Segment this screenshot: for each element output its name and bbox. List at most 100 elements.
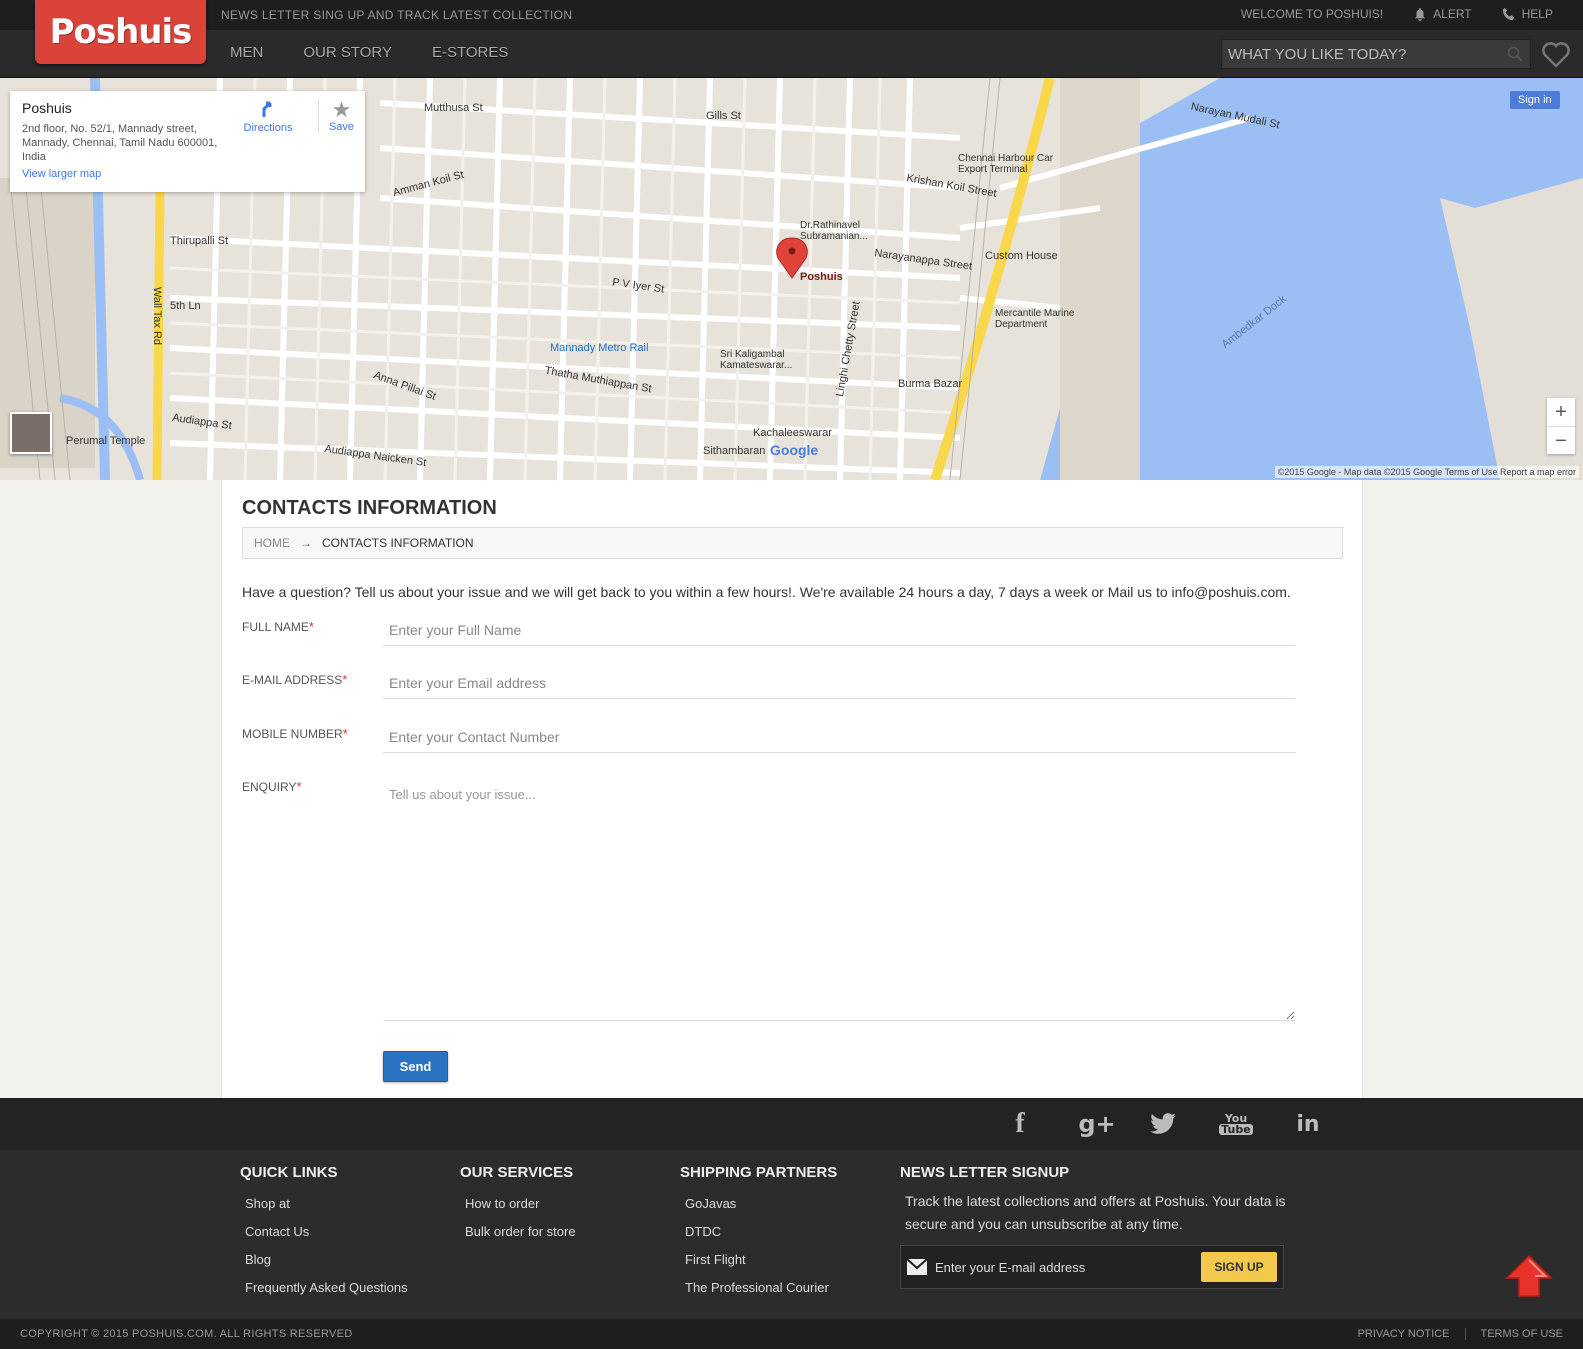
newsletter-form: SIGN UP: [900, 1245, 1284, 1289]
save-button[interactable]: ★ Save: [318, 99, 358, 133]
enquiry-label-text: ENQUIRY: [242, 780, 297, 794]
top-bar: NEWS LETTER SING UP AND TRACK LATEST COL…: [0, 0, 1583, 30]
map-label: Gills St: [706, 110, 741, 122]
map-label: Dr.Rathinavel Subramanian...: [800, 220, 868, 242]
help-link[interactable]: HELP: [1502, 7, 1553, 21]
map-label: Thirupalli St: [170, 235, 229, 247]
footer-link[interactable]: Contact Us: [245, 1218, 408, 1246]
satellite-toggle[interactable]: [10, 412, 52, 454]
map-label: 5th Ln: [170, 300, 201, 312]
place-card: Poshuis 2nd floor, No. 52/1, Mannady str…: [10, 91, 365, 192]
map-sign-in-button[interactable]: Sign in: [1510, 91, 1560, 109]
full-name-input[interactable]: [383, 614, 1295, 646]
footer-link[interactable]: Shop at: [245, 1190, 408, 1218]
email-label: E-MAIL ADDRESS*: [242, 672, 347, 687]
nav-our-story[interactable]: OUR STORY: [303, 44, 392, 61]
alert-label: ALERT: [1433, 7, 1472, 21]
full-name-label: FULL NAME*: [242, 619, 314, 634]
intro-text: Have a question? Tell us about your issu…: [242, 584, 1291, 600]
place-address: 2nd floor, No. 52/1, Mannady street, Man…: [22, 123, 218, 163]
tagline: NEWS LETTER SING UP AND TRACK LATEST COL…: [221, 8, 573, 22]
zoom-out-button[interactable]: −: [1547, 427, 1575, 455]
newsletter-column: NEWS LETTER SIGNUP Track the latest coll…: [900, 1164, 1305, 1289]
footer-link[interactable]: DTDC: [685, 1218, 837, 1246]
place-name: Poshuis: [22, 100, 72, 116]
newsletter-text: Track the latest collections and offers …: [905, 1193, 1286, 1232]
google-logo: Google: [770, 442, 819, 458]
legal-links: PRIVACY NOTICE TERMS OF USE: [1358, 1328, 1563, 1340]
arrow-right-icon: →: [300, 536, 312, 550]
newsletter-title: NEWS LETTER SIGNUP: [900, 1164, 1070, 1181]
page-title: CONTACTS INFORMATION: [242, 497, 497, 519]
email-label-text: E-MAIL ADDRESS: [242, 673, 343, 687]
newsletter-email-input[interactable]: [927, 1259, 1201, 1275]
map-label: Kachaleeswarar: [753, 427, 832, 439]
footer-link[interactable]: Frequently Asked Questions: [245, 1274, 408, 1302]
enquiry-textarea[interactable]: [383, 783, 1295, 1021]
footer-link[interactable]: Blog: [245, 1246, 408, 1274]
map-label: Burma Bazar: [898, 378, 963, 390]
map-label: Mannady Metro Rail: [550, 342, 649, 354]
phone-icon: [1502, 7, 1514, 21]
search-icon[interactable]: [1500, 46, 1530, 62]
zoom-control: + −: [1547, 398, 1575, 454]
view-larger-map-link[interactable]: View larger map: [22, 168, 101, 180]
star-icon: ★: [331, 97, 352, 122]
services-column: OUR SERVICES How to order Bulk order for…: [460, 1164, 576, 1246]
google-plus-icon[interactable]: g+: [1077, 1110, 1117, 1138]
zoom-in-button[interactable]: +: [1547, 398, 1575, 427]
social-bar: f g+ You Tube in: [0, 1098, 1583, 1150]
privacy-notice-link[interactable]: PRIVACY NOTICE: [1358, 1328, 1450, 1340]
full-name-label-text: FULL NAME: [242, 620, 309, 634]
help-label: HELP: [1521, 7, 1553, 21]
nav-men[interactable]: MEN: [230, 44, 263, 61]
map-label: Wall Tax Rd: [151, 286, 164, 346]
main-nav: MEN OUR STORY E-STORES: [230, 44, 508, 61]
copyright-text: COPYRIGHT © 2015 POSHUIS.COM. ALL RIGHTS…: [20, 1328, 353, 1340]
mobile-label-text: MOBILE NUMBER: [242, 727, 343, 741]
mobile-label: MOBILE NUMBER*: [242, 726, 348, 741]
map-label: Sithambaran: [703, 445, 766, 457]
alert-link[interactable]: ALERT: [1413, 7, 1472, 21]
quick-links-title: QUICK LINKS: [240, 1164, 338, 1181]
terms-of-use-link[interactable]: TERMS OF USE: [1465, 1328, 1563, 1340]
services-title: OUR SERVICES: [460, 1164, 574, 1181]
nav-e-stores[interactable]: E-STORES: [432, 44, 508, 61]
map-label: Poshuis: [800, 271, 843, 283]
footer-link[interactable]: How to order: [465, 1190, 576, 1218]
mobile-input[interactable]: [383, 721, 1295, 753]
map-label: Perumal Temple: [66, 435, 146, 447]
top-right-links: WELCOME TO POSHUIS! ALERT HELP: [1241, 7, 1553, 21]
back-to-top-arrow-icon[interactable]: [1505, 1254, 1553, 1298]
copyright-bar: COPYRIGHT © 2015 POSHUIS.COM. ALL RIGHTS…: [0, 1319, 1583, 1349]
main-navbar: MEN OUR STORY E-STORES: [0, 30, 1583, 78]
map-label: Chennai Harbour Car Export Terminal: [958, 153, 1054, 175]
shipping-column: SHIPPING PARTNERS GoJavas DTDC First Fli…: [680, 1164, 837, 1302]
directions-button[interactable]: Directions: [238, 99, 298, 134]
send-button[interactable]: Send: [383, 1051, 448, 1082]
breadcrumb-current: CONTACTS INFORMATION: [322, 536, 474, 550]
facebook-icon[interactable]: f: [1005, 1108, 1035, 1139]
linkedin-icon[interactable]: in: [1293, 1110, 1323, 1138]
twitter-icon[interactable]: [1148, 1110, 1178, 1138]
sign-up-button[interactable]: SIGN UP: [1201, 1252, 1277, 1282]
footer-link[interactable]: GoJavas: [685, 1190, 837, 1218]
google-map[interactable]: Mutthusa St Gills St Narayan Mudali St C…: [0, 78, 1583, 480]
site-logo[interactable]: Poshuis: [35, 0, 206, 64]
footer-link[interactable]: The Professional Courier: [685, 1274, 837, 1302]
required-mark: *: [296, 779, 302, 794]
welcome-text: WELCOME TO POSHUIS!: [1241, 7, 1383, 21]
required-mark: *: [308, 619, 314, 634]
search-input[interactable]: [1222, 45, 1500, 63]
breadcrumb-home[interactable]: HOME: [254, 536, 290, 550]
wishlist-heart-icon[interactable]: [1541, 39, 1571, 69]
footer-link[interactable]: Bulk order for store: [465, 1218, 576, 1246]
footer: QUICK LINKS Shop at Contact Us Blog Freq…: [0, 1150, 1583, 1319]
map-label: Sri Kaligambal Kamateswarar...: [720, 349, 793, 371]
directions-label: Directions: [243, 122, 293, 134]
email-input[interactable]: [383, 667, 1295, 699]
footer-link[interactable]: First Flight: [685, 1246, 837, 1274]
contact-section: CONTACTS INFORMATION HOME → CONTACTS INF…: [221, 480, 1363, 1100]
youtube-icon[interactable]: You Tube: [1219, 1110, 1253, 1138]
search-box: [1221, 39, 1531, 69]
